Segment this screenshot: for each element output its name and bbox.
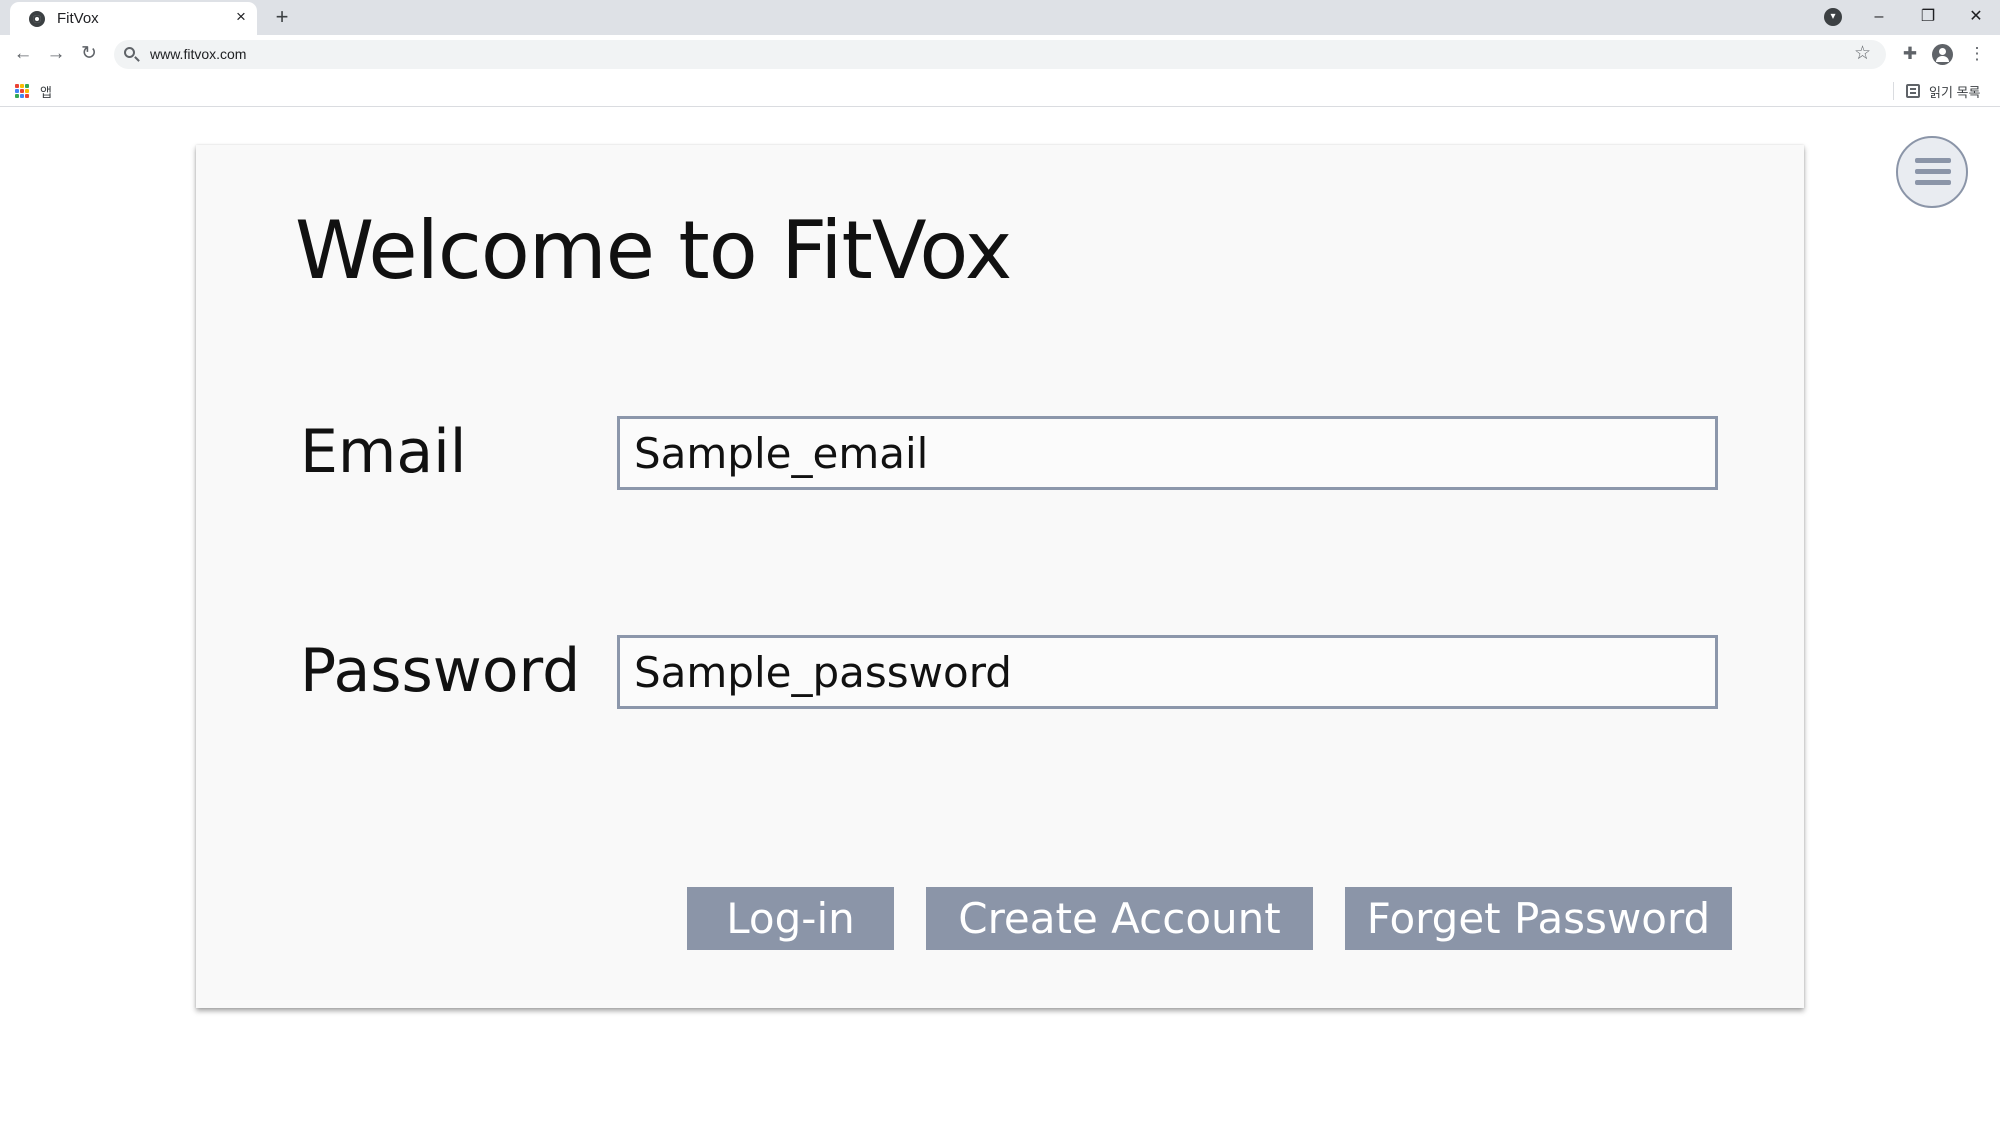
- hamburger-menu-icon[interactable]: [1896, 136, 1968, 208]
- email-field[interactable]: [617, 416, 1718, 490]
- forget-password-button[interactable]: Forget Password: [1345, 887, 1732, 950]
- back-icon[interactable]: ←: [10, 41, 36, 67]
- apps-grid-icon[interactable]: [15, 84, 29, 98]
- apps-bookmark[interactable]: 앱: [40, 82, 52, 101]
- profile-icon[interactable]: [1932, 44, 1953, 65]
- address-bar[interactable]: www.fitvox.com ☆: [114, 40, 1886, 69]
- chrome-favicon-icon: [29, 11, 45, 27]
- reload-icon[interactable]: ↻: [76, 41, 102, 67]
- kebab-menu-icon[interactable]: ⋮: [1964, 41, 1990, 67]
- address-url[interactable]: www.fitvox.com: [150, 46, 246, 62]
- tab-title: FitVox: [57, 10, 99, 27]
- bookmarks-bar: 앱 읽기 목록: [0, 74, 2000, 107]
- restore-icon[interactable]: ❐: [1908, 3, 1948, 31]
- extensions-icon[interactable]: ✚: [1897, 41, 1923, 67]
- password-field[interactable]: [617, 635, 1718, 709]
- reading-list-icon[interactable]: [1906, 84, 1920, 98]
- search-icon: [124, 47, 135, 58]
- forward-icon[interactable]: →: [43, 41, 69, 67]
- reading-list-button[interactable]: 읽기 목록: [1929, 82, 1980, 101]
- email-label: Email: [300, 417, 467, 487]
- tab-search-icon[interactable]: ▾: [1824, 8, 1842, 26]
- browser-toolbar: ← → ↻ www.fitvox.com ☆ ✚ ⋮: [0, 35, 2000, 74]
- password-label: Password: [300, 636, 581, 706]
- page-title: Welcome to FitVox: [295, 204, 1012, 297]
- divider: [1893, 82, 1894, 100]
- login-button[interactable]: Log-in: [687, 887, 894, 950]
- close-window-icon[interactable]: ✕: [1956, 3, 1996, 31]
- minimize-icon[interactable]: –: [1859, 3, 1899, 31]
- create-account-button[interactable]: Create Account: [926, 887, 1313, 950]
- new-tab-button[interactable]: +: [270, 5, 294, 29]
- browser-tab[interactable]: FitVox ×: [10, 2, 257, 35]
- close-icon[interactable]: ×: [231, 7, 251, 27]
- browser-tab-bar: FitVox × + ▾ – ❐ ✕: [0, 0, 2000, 35]
- star-icon[interactable]: ☆: [1854, 42, 1871, 65]
- login-card: Welcome to FitVox Email Password Log-in …: [196, 145, 1804, 1008]
